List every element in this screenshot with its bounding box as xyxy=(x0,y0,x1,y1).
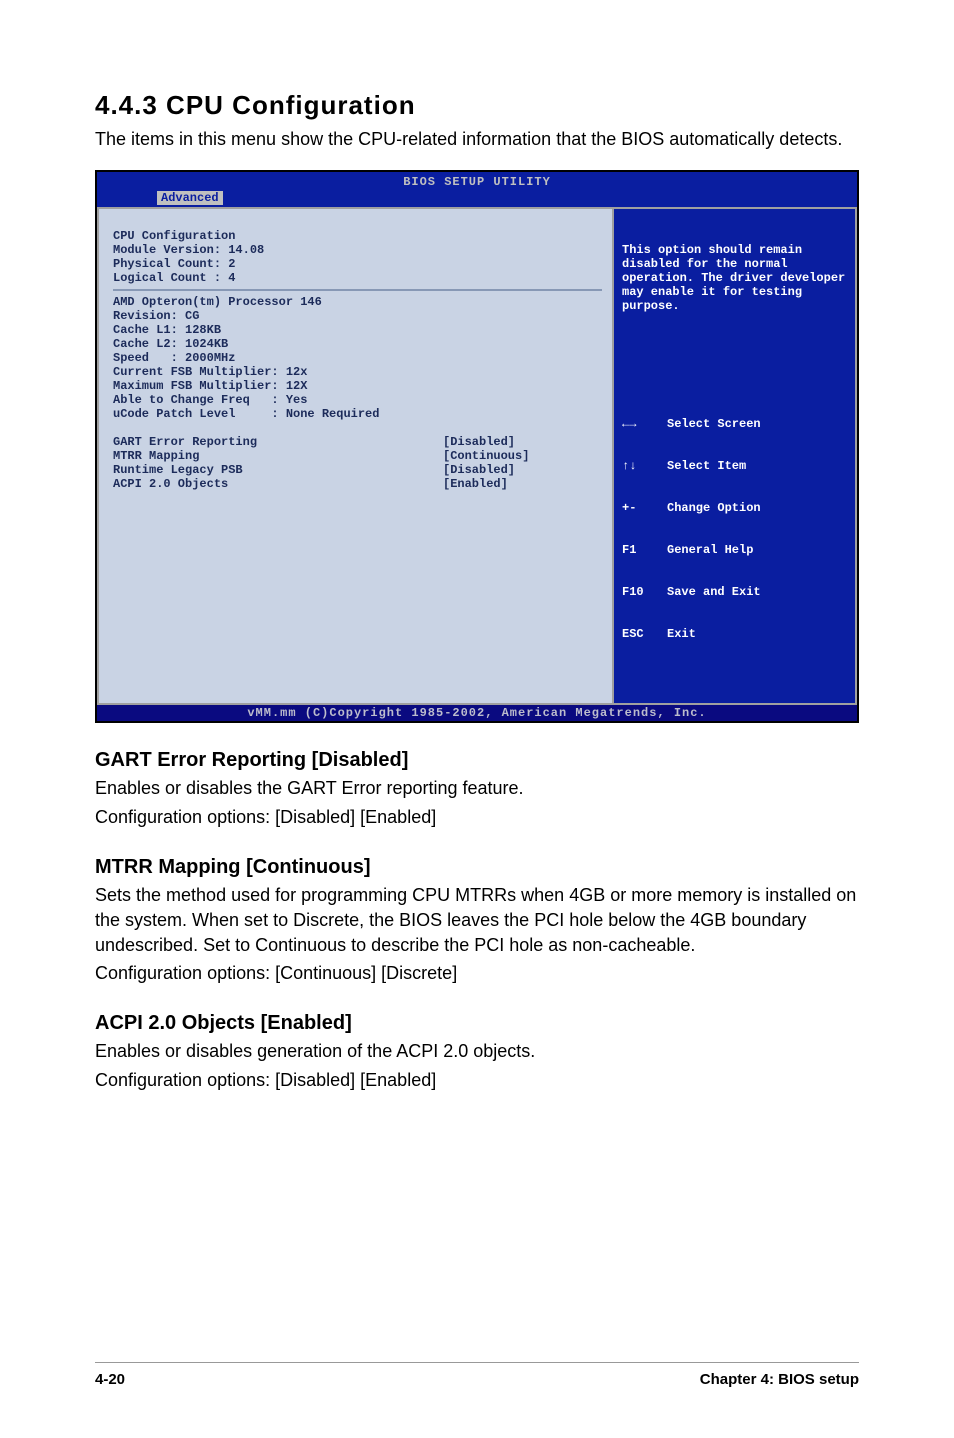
page-number: 4-20 xyxy=(95,1371,125,1388)
bios-body: CPU Configuration Module Version: 14.08 … xyxy=(97,207,857,705)
bios-line: Current FSB Multiplier: 12x xyxy=(113,365,307,379)
page: 4.4.3 CPU Configuration The items in thi… xyxy=(0,0,954,1438)
subsection-heading-gart: GART Error Reporting [Disabled] xyxy=(95,749,859,772)
nav-key: F10 xyxy=(622,585,667,599)
nav-desc: Save and Exit xyxy=(667,585,761,599)
paragraph: Enables or disables generation of the AC… xyxy=(95,1039,859,1064)
bios-right-pane: This option should remain disabled for t… xyxy=(612,207,857,705)
nav-key: ↑↓ xyxy=(622,459,667,473)
bios-line: Cache L2: 1024KB xyxy=(113,337,228,351)
setting-label: ACPI 2.0 Objects xyxy=(113,477,443,491)
bios-line: Module Version: 14.08 xyxy=(113,243,264,257)
paragraph: Enables or disables the GART Error repor… xyxy=(95,776,859,801)
bios-title: BIOS SETUP UTILITY xyxy=(97,172,857,189)
setting-label: MTRR Mapping xyxy=(113,449,443,463)
bios-nav-row: ←→Select Screen xyxy=(622,417,847,431)
bios-setting-row: GART Error Reporting[Disabled] xyxy=(113,435,602,449)
subsection-heading-mtrr: MTRR Mapping [Continuous] xyxy=(95,856,859,879)
bios-setting-row: Runtime Legacy PSB[Disabled] xyxy=(113,463,602,477)
bios-divider xyxy=(113,289,602,291)
bios-nav-row: ↑↓Select Item xyxy=(622,459,847,473)
bios-line: CPU Configuration xyxy=(113,229,235,243)
paragraph: Sets the method used for programming CPU… xyxy=(95,883,859,957)
bios-line: Maximum FSB Multiplier: 12X xyxy=(113,379,307,393)
setting-value: [Enabled] xyxy=(443,477,508,491)
bios-footer: vMM.mm (C)Copyright 1985-2002, American … xyxy=(97,705,857,721)
nav-desc: Exit xyxy=(667,627,696,641)
setting-label: GART Error Reporting xyxy=(113,435,443,449)
bios-left-pane: CPU Configuration Module Version: 14.08 … xyxy=(97,207,612,705)
nav-key: F1 xyxy=(622,543,667,557)
nav-desc: General Help xyxy=(667,543,753,557)
section-intro: The items in this menu show the CPU-rela… xyxy=(95,127,859,152)
setting-value: [Continuous] xyxy=(443,449,529,463)
bios-nav-row: F10Save and Exit xyxy=(622,585,847,599)
bios-setting-row: MTRR Mapping[Continuous] xyxy=(113,449,602,463)
bios-line: uCode Patch Level : None Required xyxy=(113,407,379,421)
chapter-label: Chapter 4: BIOS setup xyxy=(700,1371,859,1388)
bios-line: AMD Opteron(tm) Processor 146 xyxy=(113,295,322,309)
paragraph: Configuration options: [Disabled] [Enabl… xyxy=(95,805,859,830)
subsection-heading-acpi: ACPI 2.0 Objects [Enabled] xyxy=(95,1012,859,1035)
section-heading: 4.4.3 CPU Configuration xyxy=(95,90,859,121)
bios-nav-row: +-Change Option xyxy=(622,501,847,515)
setting-value: [Disabled] xyxy=(443,435,515,449)
bios-line: Speed : 2000MHz xyxy=(113,351,235,365)
bios-help-text: This option should remain disabled for t… xyxy=(622,243,847,313)
paragraph: Configuration options: [Disabled] [Enabl… xyxy=(95,1068,859,1093)
nav-key: +- xyxy=(622,501,667,515)
setting-label: Runtime Legacy PSB xyxy=(113,463,443,477)
bios-nav-row: ESCExit xyxy=(622,627,847,641)
bios-tab-bar: Advanced xyxy=(97,189,857,207)
nav-key: ESC xyxy=(622,627,667,641)
bios-screenshot: BIOS SETUP UTILITY Advanced CPU Configur… xyxy=(95,170,859,723)
bios-nav-help: ←→Select Screen ↑↓Select Item +-Change O… xyxy=(622,389,847,669)
bios-line: Revision: CG xyxy=(113,309,199,323)
bios-setting-row: ACPI 2.0 Objects[Enabled] xyxy=(113,477,602,491)
nav-desc: Change Option xyxy=(667,501,761,515)
paragraph: Configuration options: [Continuous] [Dis… xyxy=(95,961,859,986)
bios-line: Logical Count : 4 xyxy=(113,271,235,285)
nav-desc: Select Item xyxy=(667,459,746,473)
nav-key: ←→ xyxy=(622,417,667,431)
page-footer: 4-20 Chapter 4: BIOS setup xyxy=(95,1362,859,1388)
setting-value: [Disabled] xyxy=(443,463,515,477)
bios-nav-row: F1General Help xyxy=(622,543,847,557)
bios-tab-advanced: Advanced xyxy=(157,191,223,205)
bios-line: Physical Count: 2 xyxy=(113,257,235,271)
nav-desc: Select Screen xyxy=(667,417,761,431)
bios-line: Cache L1: 128KB xyxy=(113,323,221,337)
bios-line: Able to Change Freq : Yes xyxy=(113,393,307,407)
